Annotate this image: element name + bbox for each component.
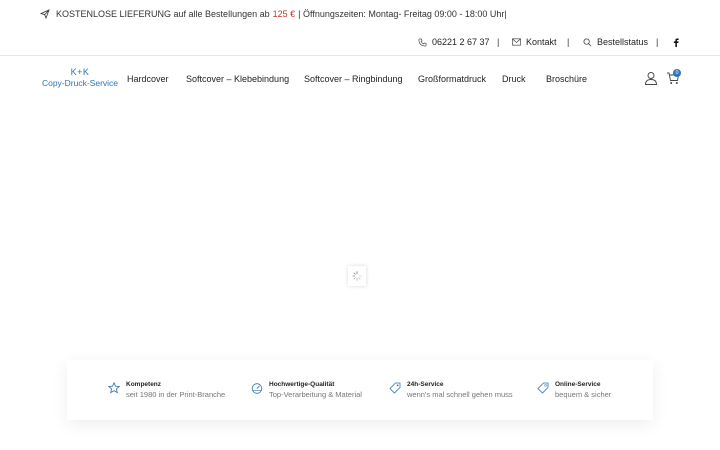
gauge-icon bbox=[251, 383, 263, 394]
loading-spinner bbox=[348, 266, 366, 286]
feature-title: 24h-Service bbox=[407, 381, 444, 388]
feature-item: Kompetenz seit 1980 in der Print-Branche bbox=[108, 380, 225, 400]
feature-title: Kompetenz bbox=[126, 381, 162, 388]
feature-title: Online-Service bbox=[555, 381, 601, 388]
contact-link[interactable]: Kontakt bbox=[512, 28, 557, 56]
mail-icon bbox=[512, 38, 521, 46]
cart-count-badge: 0 bbox=[673, 69, 681, 77]
order-status-label: Bestellstatus bbox=[597, 37, 649, 47]
announcement-price: 125 € bbox=[272, 9, 296, 19]
phone-icon bbox=[418, 38, 427, 46]
announcement-text: KOSTENLOSE LIEFERUNG auf alle Bestellung… bbox=[56, 9, 270, 19]
feature-item: Hochwertige-Qualität Top-Verarbeitung & … bbox=[251, 380, 362, 400]
phone-link[interactable]: 06221 2 67 37 bbox=[418, 28, 490, 56]
contact-bar: 06221 2 67 37 | Kontakt | Bestellstatus … bbox=[0, 28, 720, 56]
tag-outline-icon bbox=[537, 382, 549, 394]
feature-subtitle: wenn's mal schnell gehen muss bbox=[407, 390, 513, 399]
order-status-link[interactable]: Bestellstatus bbox=[583, 28, 648, 56]
tag-icon bbox=[389, 382, 401, 394]
feature-title: Hochwertige-Qualität bbox=[269, 381, 335, 388]
facebook-link[interactable] bbox=[673, 28, 684, 56]
nav-item-softcover-ringbindung[interactable]: Softcover – Ringbindung bbox=[304, 56, 403, 102]
nav-item-softcover-klebebindung[interactable]: Softcover – Klebebindung bbox=[186, 56, 289, 102]
feature-item: 24h-Service wenn's mal schnell gehen mus… bbox=[389, 380, 513, 400]
separator: | bbox=[656, 37, 659, 47]
feature-subtitle: Top-Verarbeitung & Material bbox=[269, 390, 362, 399]
main-navigation: K+K Copy-Druck-Service Hardcover Softcov… bbox=[0, 56, 720, 102]
site-logo[interactable]: K+K Copy-Druck-Service bbox=[40, 67, 120, 89]
spinner-icon bbox=[352, 271, 362, 281]
nav-item-hardcover[interactable]: Hardcover bbox=[127, 56, 169, 102]
facebook-icon bbox=[673, 37, 679, 47]
nav-item-grossformatdruck[interactable]: Großformatdruck bbox=[418, 56, 486, 102]
feature-item: Online-Service bequem & sicher bbox=[537, 380, 611, 400]
user-icon[interactable] bbox=[644, 71, 658, 85]
nav-item-broschuere[interactable]: Broschüre bbox=[546, 56, 587, 102]
announcement-bar: KOSTENLOSE LIEFERUNG auf alle Bestellung… bbox=[0, 0, 720, 28]
separator: | bbox=[497, 37, 500, 47]
features-card: Kompetenz seit 1980 in der Print-Branche… bbox=[67, 360, 653, 420]
feature-subtitle: bequem & sicher bbox=[555, 390, 612, 399]
paper-plane-icon bbox=[40, 9, 50, 19]
opening-hours: | Öffnungszeiten: Montag- Freitag 09:00 … bbox=[298, 9, 507, 19]
logo-line2: Copy-Druck-Service bbox=[41, 78, 119, 88]
search-icon bbox=[583, 38, 592, 46]
star-icon bbox=[108, 382, 120, 394]
phone-number: 06221 2 67 37 bbox=[432, 37, 490, 47]
logo-line1: K+K bbox=[70, 67, 90, 77]
feature-subtitle: seit 1980 in der Print-Branche bbox=[126, 390, 226, 399]
contact-label: Kontakt bbox=[526, 37, 557, 47]
separator: | bbox=[567, 37, 570, 47]
nav-item-druck[interactable]: Druck bbox=[502, 56, 526, 102]
